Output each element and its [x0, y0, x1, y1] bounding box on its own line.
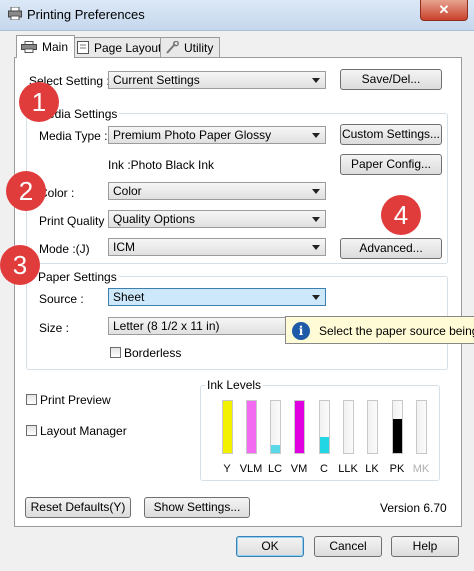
source-dropdown[interactable]: Sheet: [108, 288, 326, 306]
window-title: Printing Preferences: [27, 7, 145, 22]
ink-label-lc: LC: [267, 463, 283, 475]
ink-label-vm: VM: [290, 463, 308, 475]
callout-badge-1: 1: [19, 82, 59, 122]
printer-icon: [21, 41, 37, 53]
mode-label: Mode :(J): [39, 242, 90, 256]
ink-level-fill: [295, 401, 304, 453]
ink-cartridge-pk: [392, 400, 403, 454]
ink-level-fill: [320, 437, 329, 453]
layout-manager-checkbox[interactable]: [26, 425, 37, 436]
ink-cartridge-vlm: [246, 400, 257, 454]
ink-levels-title: Ink Levels: [205, 378, 264, 392]
chevron-down-icon: [312, 78, 320, 83]
cancel-button[interactable]: Cancel: [314, 536, 382, 557]
print-preview-label: Print Preview: [40, 393, 111, 407]
select-setting-value: Current Settings: [113, 73, 200, 87]
ink-cartridge-vm: [294, 400, 305, 454]
callout-badge-3: 3: [0, 245, 40, 285]
ink-label-c: C: [320, 463, 328, 475]
chevron-down-icon: [312, 217, 320, 222]
ink-cartridge-lc: [270, 400, 281, 454]
tab-label: Utility: [184, 40, 214, 55]
ink-label-y: Y: [223, 463, 231, 475]
ink-level-fill: [393, 419, 402, 453]
paper-settings-title: Paper Settings: [36, 270, 119, 284]
printer-icon: [8, 7, 22, 20]
chevron-down-icon: [312, 295, 320, 300]
print-preview-checkbox[interactable]: [26, 394, 37, 405]
version-text: Version 6.70: [380, 501, 447, 515]
close-button[interactable]: ✕: [420, 0, 468, 21]
custom-settings-button[interactable]: Custom Settings...: [340, 124, 442, 145]
color-value: Color: [113, 184, 142, 198]
tab-page-layout[interactable]: Page Layout: [72, 37, 169, 57]
callout-badge-4: 4: [381, 195, 421, 235]
source-tooltip: i Select the paper source being: [285, 316, 474, 344]
chevron-down-icon: [312, 245, 320, 250]
show-settings-button[interactable]: Show Settings...: [144, 497, 250, 518]
source-label: Source :: [39, 292, 84, 306]
save-del-button[interactable]: Save/Del...: [340, 69, 442, 90]
borderless-checkbox[interactable]: [110, 347, 121, 358]
reset-defaults-button[interactable]: Reset Defaults(Y): [25, 497, 131, 518]
chevron-down-icon: [312, 133, 320, 138]
media-type-label: Media Type :: [39, 129, 108, 143]
ink-label-pk: PK: [389, 463, 405, 475]
size-label: Size :: [39, 321, 70, 335]
print-quality-value: Quality Options: [113, 212, 196, 226]
select-setting-dropdown[interactable]: Current Settings: [108, 71, 326, 89]
size-value: Letter (8 1/2 x 11 in): [113, 319, 220, 333]
printing-preferences-window: Printing Preferences ✕ Main Page Layout …: [0, 0, 474, 571]
color-dropdown[interactable]: Color: [108, 182, 326, 200]
mode-value: ICM: [113, 240, 135, 254]
ink-label-lk: LK: [365, 463, 379, 475]
ink-cartridge-mk: [416, 400, 427, 454]
media-type-dropdown[interactable]: Premium Photo Paper Glossy: [108, 126, 326, 144]
advanced-button[interactable]: Advanced...: [340, 238, 442, 259]
tab-label: Page Layout: [94, 40, 162, 55]
print-quality-label: Print Quality :: [39, 214, 112, 228]
chevron-down-icon: [312, 189, 320, 194]
ink-label-vlm: VLM: [239, 463, 263, 475]
source-value: Sheet: [113, 290, 145, 304]
ink-level-fill: [247, 401, 256, 453]
page-icon: [77, 41, 89, 54]
ink-cartridge-y: [222, 400, 233, 454]
tab-label: Main: [42, 40, 69, 54]
layout-manager-label: Layout Manager: [40, 424, 127, 438]
ink-label-mk: MK: [412, 463, 430, 475]
info-icon: i: [292, 322, 310, 340]
ink-label-llk: LLK: [338, 463, 358, 475]
ink-level-fill: [223, 401, 232, 453]
mode-dropdown[interactable]: ICM: [108, 238, 326, 256]
ink-type-text: Ink :Photo Black Ink: [108, 158, 215, 172]
ink-cartridge-lk: [367, 400, 378, 454]
borderless-label: Borderless: [124, 346, 182, 360]
tab-main[interactable]: Main: [16, 35, 76, 58]
tooltip-text: Select the paper source being: [319, 324, 474, 338]
ink-level-fill: [271, 445, 280, 453]
help-button[interactable]: Help: [391, 536, 459, 557]
wrench-icon: [166, 41, 179, 54]
media-type-value: Premium Photo Paper Glossy: [113, 128, 272, 142]
tab-utility[interactable]: Utility: [160, 37, 221, 57]
ok-button[interactable]: OK: [236, 536, 304, 557]
ink-cartridge-llk: [343, 400, 354, 454]
close-icon: ✕: [438, 2, 450, 17]
title-bar[interactable]: Printing Preferences ✕: [0, 0, 474, 31]
print-quality-dropdown[interactable]: Quality Options: [108, 210, 326, 228]
ink-cartridge-c: [319, 400, 330, 454]
callout-badge-2: 2: [6, 171, 46, 211]
paper-config-button[interactable]: Paper Config...: [340, 154, 442, 175]
